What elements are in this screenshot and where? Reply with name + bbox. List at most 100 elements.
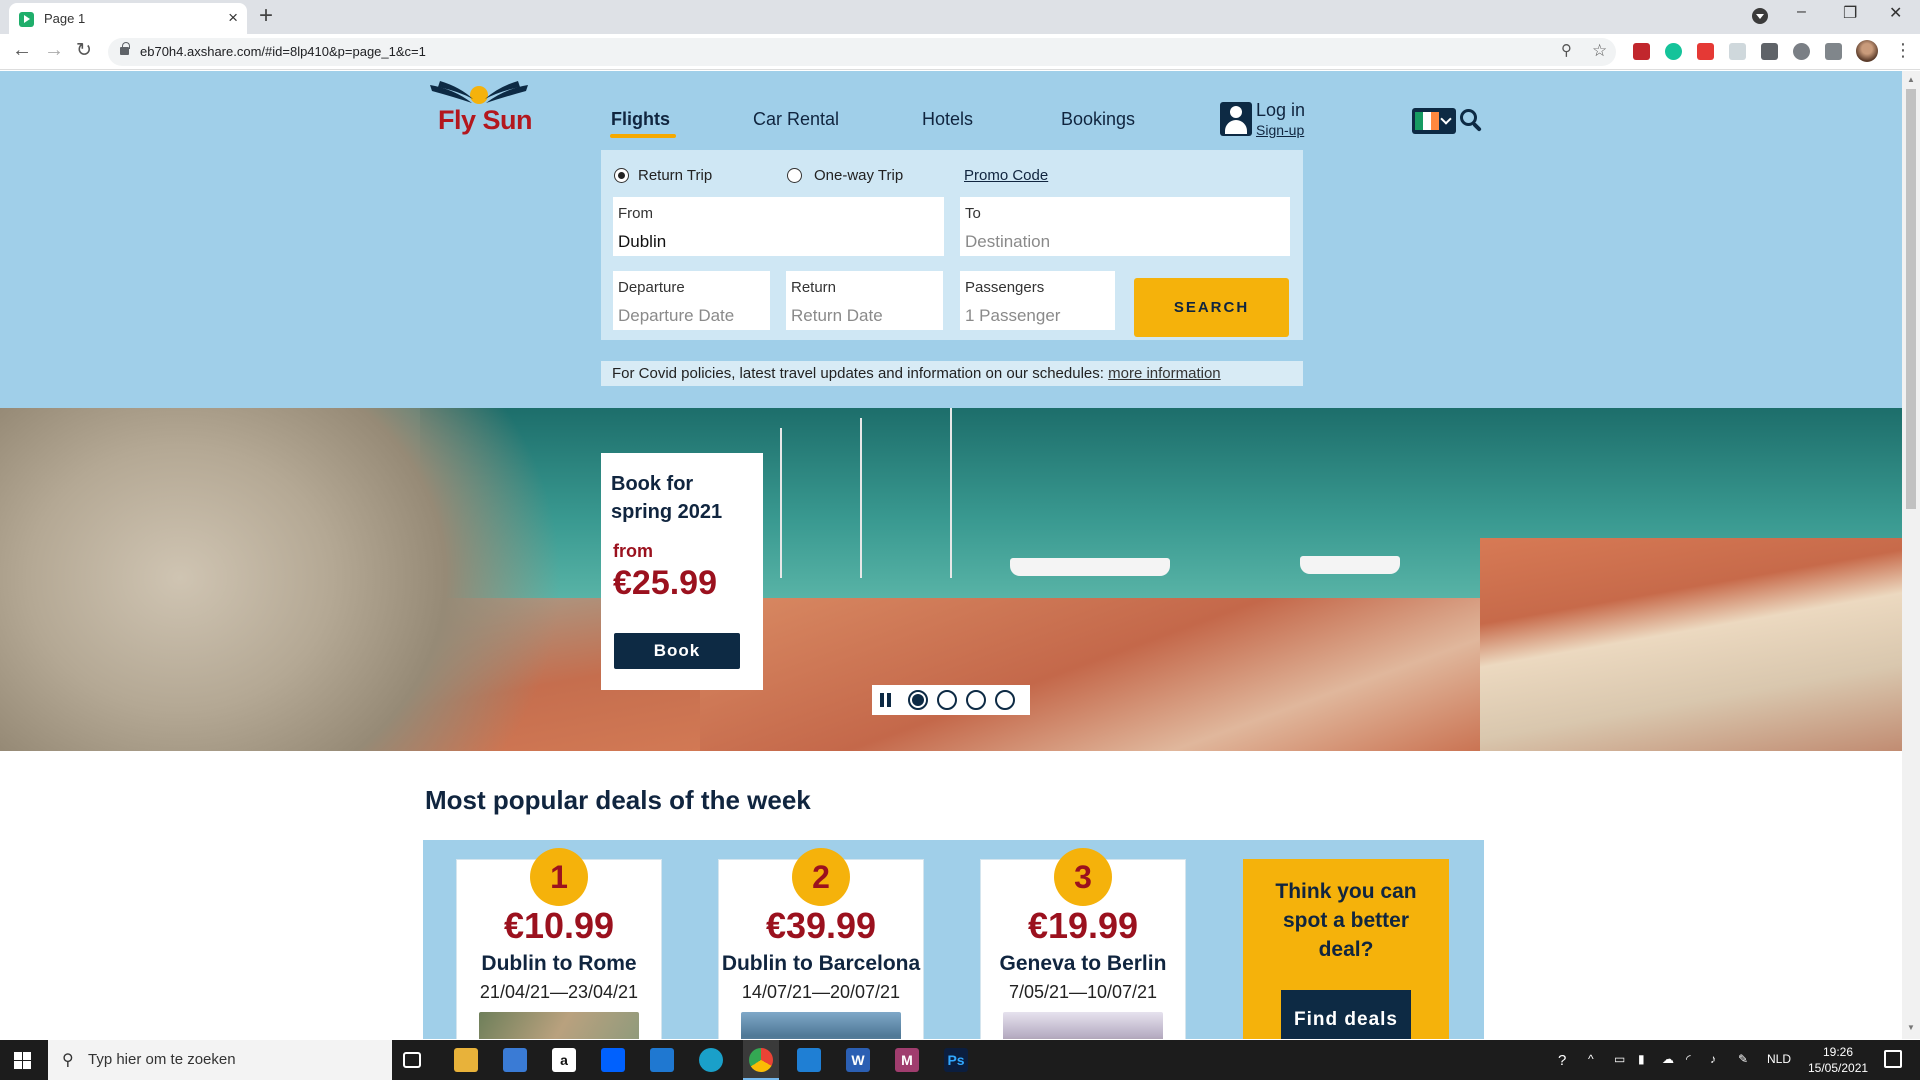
extension-pdf-icon[interactable] — [1633, 43, 1650, 60]
passengers-field[interactable]: Passengers 1 Passenger — [960, 271, 1115, 330]
deal-dates: 14/07/21—20/07/21 — [741, 982, 901, 1002]
store-icon[interactable] — [503, 1048, 527, 1072]
pause-icon[interactable] — [880, 693, 892, 707]
tab-close-icon[interactable]: × — [228, 8, 238, 28]
notification-icon[interactable] — [1884, 1050, 1902, 1068]
reading-list-icon[interactable] — [1825, 43, 1842, 60]
signup-link[interactable]: Sign-up — [1256, 122, 1304, 138]
hero-book-button[interactable]: Book — [614, 633, 740, 669]
system-clock[interactable]: 19:26 15/05/2021 — [1808, 1044, 1868, 1076]
search-icon: ⚲ — [62, 1052, 74, 1069]
nav-flights[interactable]: Flights — [611, 109, 670, 130]
find-deals-button[interactable]: Find deals — [1281, 990, 1411, 1039]
network-icon[interactable]: ◜ — [1686, 1052, 1691, 1066]
slide-dot[interactable] — [937, 690, 957, 710]
task-view-icon[interactable] — [403, 1052, 421, 1068]
profile-avatar[interactable] — [1856, 40, 1878, 62]
boat-mast — [780, 428, 782, 578]
language-selector[interactable] — [1412, 108, 1456, 134]
extension-grammarly-icon[interactable] — [1665, 43, 1682, 60]
extension-wifi-icon[interactable] — [1729, 43, 1746, 60]
pen-icon[interactable]: ✎ — [1738, 1052, 1748, 1066]
deal-card[interactable]: 3 €19.99 Geneva to Berlin 7/05/21—10/07/… — [980, 848, 1186, 1039]
file-explorer-icon[interactable] — [454, 1048, 478, 1072]
edge-icon[interactable] — [699, 1048, 723, 1072]
logo-text: Fly Sun — [438, 105, 533, 135]
close-window-button[interactable]: ✕ — [1889, 3, 1902, 23]
passengers-label: Passengers — [965, 279, 1045, 296]
return-field[interactable]: Return Return Date — [786, 271, 943, 330]
departure-field[interactable]: Departure Departure Date — [613, 271, 770, 330]
onedrive-icon[interactable]: ☁ — [1662, 1052, 1674, 1066]
taskbar-search-box[interactable]: ⚲ Typ hier om te zoeken — [48, 1040, 392, 1080]
nav-hotels[interactable]: Hotels — [922, 109, 973, 130]
windows-taskbar: ⚲ Typ hier om te zoeken a W M Ps ? ^ ▭ ▮… — [0, 1040, 1920, 1080]
site-search-icon[interactable] — [1460, 109, 1482, 132]
nav-bookings[interactable]: Bookings — [1061, 109, 1135, 130]
meet-now-icon[interactable]: ▭ — [1614, 1052, 1625, 1066]
photoshop-icon[interactable]: Ps — [944, 1048, 968, 1072]
scroll-up-icon[interactable]: ▲ — [1907, 75, 1915, 84]
url-text: eb70h4.axshare.com/#id=8lp410&p=page_1&c… — [140, 44, 426, 59]
deal-card[interactable]: 2 €39.99 Dublin to Barcelona 14/07/21—20… — [718, 848, 924, 1039]
fly-sun-logo[interactable]: Fly Sun — [426, 79, 533, 139]
deal-rank-badge: 3 — [1054, 848, 1112, 906]
lock-icon — [120, 42, 130, 55]
reload-icon[interactable]: ↻ — [76, 39, 92, 62]
m-app-icon[interactable]: M — [895, 1048, 919, 1072]
language-indicator[interactable]: NLD — [1767, 1052, 1791, 1066]
word-icon[interactable]: W — [846, 1048, 870, 1072]
windows-start-icon[interactable] — [14, 1052, 31, 1069]
vscode-icon[interactable] — [797, 1048, 821, 1072]
zoom-icon[interactable]: ⚲ — [1561, 41, 1572, 59]
better-deal-card: Think you can spot a better deal? Find d… — [1243, 859, 1449, 1039]
scroll-down-icon[interactable]: ▼ — [1907, 1023, 1915, 1032]
page-scrollbar[interactable]: ▲ ▼ — [1902, 71, 1920, 1039]
slide-dot[interactable] — [995, 690, 1015, 710]
amazon-icon[interactable]: a — [552, 1048, 576, 1072]
browser-menu-icon[interactable]: ⋮ — [1894, 40, 1912, 61]
tray-expand-icon[interactable]: ^ — [1588, 1052, 1594, 1066]
dropbox-icon[interactable] — [601, 1048, 625, 1072]
help-icon[interactable]: ? — [1558, 1052, 1566, 1069]
forward-arrow-icon[interactable]: → — [44, 39, 64, 62]
to-field[interactable]: To Destination — [960, 197, 1290, 256]
login-link[interactable]: Log in — [1256, 100, 1305, 121]
slide-dot[interactable] — [908, 690, 928, 710]
promo-code-link[interactable]: Promo Code — [964, 167, 1048, 184]
scroll-thumb[interactable] — [1906, 89, 1916, 509]
restore-button[interactable]: ❐ — [1843, 3, 1857, 23]
mail-icon[interactable] — [650, 1048, 674, 1072]
bookmark-star-icon[interactable]: ☆ — [1592, 41, 1607, 61]
slide-dot[interactable] — [966, 690, 986, 710]
hero-town — [1480, 538, 1902, 751]
extension-pocket-icon[interactable] — [1697, 43, 1714, 60]
to-placeholder: Destination — [965, 232, 1051, 251]
return-trip-label[interactable]: Return Trip — [638, 167, 712, 184]
search-button[interactable]: SEARCH — [1134, 278, 1289, 337]
chrome-icon[interactable] — [749, 1048, 773, 1072]
user-icon[interactable] — [1220, 102, 1252, 136]
tab-search-icon[interactable] — [1752, 8, 1768, 24]
extensions-puzzle-icon[interactable] — [1793, 43, 1810, 60]
extension-c-icon[interactable] — [1761, 43, 1778, 60]
to-label: To — [965, 205, 981, 222]
back-arrow-icon[interactable]: ← — [12, 39, 32, 62]
one-way-radio[interactable] — [787, 168, 802, 183]
new-tab-button[interactable]: + — [259, 2, 273, 30]
deal-route: Dublin to Rome — [481, 952, 637, 975]
from-field[interactable]: From Dublin — [613, 197, 944, 256]
minimize-button[interactable]: – — [1797, 3, 1806, 21]
nav-car-rental[interactable]: Car Rental — [753, 109, 839, 130]
boat-mast — [950, 408, 952, 578]
return-trip-radio[interactable] — [614, 168, 629, 183]
browser-tab[interactable]: Page 1 × — [9, 3, 247, 34]
battery-icon[interactable]: ▮ — [1638, 1052, 1645, 1066]
volume-icon[interactable]: ♪ — [1710, 1052, 1716, 1066]
flight-search-form: Return Trip One-way Trip Promo Code From… — [601, 150, 1303, 340]
one-way-label[interactable]: One-way Trip — [814, 167, 903, 184]
deal-dates: 7/05/21—10/07/21 — [1008, 982, 1158, 1002]
deal-card[interactable]: 1 €10.99 Dublin to Rome 21/04/21—23/04/2… — [456, 848, 662, 1039]
address-bar[interactable]: eb70h4.axshare.com/#id=8lp410&p=page_1&c… — [108, 38, 1616, 66]
more-information-link[interactable]: more information — [1108, 365, 1221, 382]
